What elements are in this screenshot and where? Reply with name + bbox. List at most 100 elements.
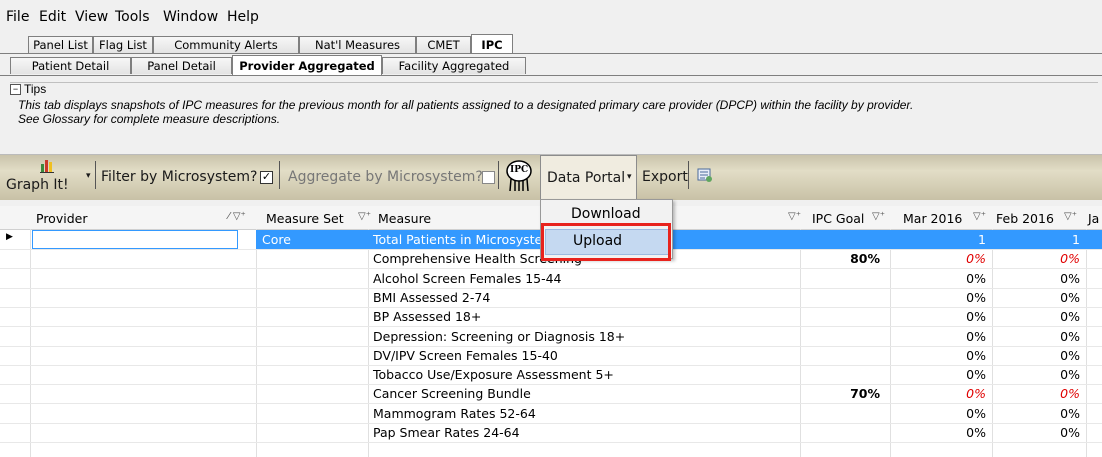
mar-2016-cell: 0% — [966, 347, 986, 363]
filter-icon[interactable]: ▽⁺ — [872, 211, 885, 222]
feb-2016-cell: 0% — [1060, 251, 1080, 267]
toolbar: Graph It! ▾ Filter by Microsystem? ✓ Agg… — [0, 154, 1102, 200]
feb-2016-cell: 1 — [1072, 232, 1080, 247]
tab-natl-measures[interactable]: Nat'l Measures — [299, 36, 416, 53]
column-header-feb-2016[interactable]: Feb 2016 — [996, 211, 1054, 226]
tab-patient-detail[interactable]: Patient Detail — [10, 57, 131, 74]
column-header-measure-set[interactable]: Measure Set — [266, 211, 344, 226]
measure-set-cell: Core — [262, 232, 291, 247]
tab-cmet[interactable]: CMET — [416, 36, 471, 53]
table-row[interactable]: Tobacco Use/Exposure Assessment 5+ 0% 0% — [0, 365, 1102, 386]
menu-view[interactable]: View — [75, 9, 108, 25]
ipc-logo-text: IPC — [510, 165, 529, 175]
ipc-goal-cell: 80% — [850, 251, 880, 267]
table-row[interactable]: Alcohol Screen Females 15-44 0% 0% — [0, 269, 1102, 289]
measure-cell: BP Assessed 18+ — [373, 309, 482, 325]
filter-icon[interactable]: ▽⁺ — [1064, 211, 1077, 222]
feb-2016-cell: 0% — [1060, 328, 1080, 344]
chevron-down-icon[interactable]: ▾ — [86, 171, 91, 181]
menu-file[interactable]: File — [6, 9, 29, 25]
tab-panel-detail[interactable]: Panel Detail — [131, 57, 232, 74]
feb-2016-cell: 0% — [1060, 347, 1080, 363]
measure-cell: Alcohol Screen Females 15-44 — [373, 270, 562, 286]
measure-cell: Tobacco Use/Exposure Assessment 5+ — [373, 367, 614, 383]
filter-icon[interactable]: ▽⁺ — [358, 211, 371, 222]
sub-tab-strip: Patient Detail Panel Detail Provider Agg… — [0, 55, 1102, 75]
table-row[interactable]: Pap Smear Rates 24-64 0% 0% — [0, 423, 1102, 443]
mar-2016-cell: 0% — [966, 367, 986, 383]
feb-2016-cell: 0% — [1060, 386, 1080, 402]
mar-2016-cell: 0% — [966, 328, 986, 344]
column-header-jan[interactable]: Ja — [1088, 211, 1099, 226]
sort-icon[interactable]: ⁄ ▽⁺ — [228, 211, 246, 222]
menu-window[interactable]: Window — [163, 9, 218, 25]
ipc-goal-cell: 70% — [850, 386, 880, 402]
tab-facility-aggregated[interactable]: Facility Aggregated — [382, 57, 526, 74]
feb-2016-cell: 0% — [1060, 425, 1080, 440]
menu-tools[interactable]: Tools — [115, 9, 150, 25]
tips-line-1: This tab displays snapshots of IPC measu… — [18, 98, 914, 112]
measure-cell: DV/IPV Screen Females 15-40 — [373, 347, 558, 363]
export-button[interactable]: Export — [642, 169, 688, 185]
feb-2016-cell: 0% — [1060, 309, 1080, 325]
mar-2016-cell: 0% — [966, 405, 986, 421]
tab-panel-list[interactable]: Panel List — [28, 36, 93, 53]
current-row-arrow-icon[interactable]: ▶ — [6, 232, 13, 242]
toolbar-separator — [95, 161, 96, 189]
toolbar-separator — [279, 161, 280, 189]
column-header-mar-2016[interactable]: Mar 2016 — [903, 211, 962, 226]
aggregate-microsystem-label: Aggregate by Microsystem? — [288, 169, 483, 185]
filter-icon[interactable]: ▽⁺ — [788, 211, 801, 222]
tips-label: Tips — [24, 82, 47, 96]
filter-microsystem-label: Filter by Microsystem? — [101, 169, 258, 185]
mar-2016-cell: 0% — [966, 251, 986, 267]
column-header-measure[interactable]: Measure — [378, 211, 431, 226]
toolbar-separator — [498, 161, 499, 189]
tab-community-alerts[interactable]: Community Alerts — [153, 36, 299, 53]
table-row[interactable]: Depression: Screening or Diagnosis 18+ 0%… — [0, 327, 1102, 347]
table-row[interactable]: BMI Assessed 2-74 0% 0% — [0, 288, 1102, 308]
table-row[interactable]: BP Assessed 18+ 0% 0% — [0, 307, 1102, 328]
chevron-down-icon: ▾ — [627, 172, 632, 182]
measure-cell: Depression: Screening or Diagnosis 18+ — [373, 328, 626, 344]
export-settings-icon[interactable] — [697, 167, 713, 183]
menu-edit[interactable]: Edit — [39, 9, 66, 25]
filter-microsystem-checkbox[interactable]: ✓ — [260, 171, 273, 184]
table-row[interactable]: Cancer Screening Bundle 70% 0% 0% — [0, 384, 1102, 405]
table-row[interactable]: DV/IPV Screen Females 15-40 0% 0% — [0, 346, 1102, 366]
column-header-ipc-goal[interactable]: IPC Goal — [812, 211, 864, 226]
mar-2016-cell: 0% — [966, 386, 986, 402]
provider-edit-field[interactable] — [32, 230, 238, 249]
mar-2016-cell: 0% — [966, 425, 986, 440]
measure-cell: Mammogram Rates 52-64 — [373, 405, 536, 421]
mar-2016-cell: 0% — [966, 270, 986, 286]
mar-2016-cell: 0% — [966, 309, 986, 325]
column-header-provider[interactable]: Provider — [36, 211, 87, 226]
top-tab-strip: Panel List Flag List Community Alerts Na… — [0, 34, 1102, 54]
tips-description: This tab displays snapshots of IPC measu… — [18, 98, 1098, 126]
mar-2016-cell: 0% — [966, 289, 986, 305]
measure-cell: Pap Smear Rates 24-64 — [373, 425, 520, 440]
toolbar-separator — [688, 161, 689, 189]
menu-bar: File Edit View Tools Window Help — [0, 0, 1102, 30]
feb-2016-cell: 0% — [1060, 289, 1080, 305]
aggregate-microsystem-checkbox[interactable] — [482, 171, 495, 184]
tips-panel: − Tips This tab displays snapshots of IP… — [10, 82, 1098, 145]
subtab-divider — [0, 75, 1102, 76]
collapse-icon[interactable]: − — [10, 84, 21, 95]
menu-help[interactable]: Help — [227, 9, 259, 25]
table-row[interactable]: Mammogram Rates 52-64 0% 0% — [0, 404, 1102, 424]
filter-icon[interactable]: ▽⁺ — [973, 211, 986, 222]
tips-line-2: See Glossary for complete measure descri… — [18, 112, 281, 126]
menu-item-download[interactable]: Download — [571, 206, 641, 222]
data-portal-button[interactable]: Data Portal ▾ — [540, 155, 637, 200]
graph-it-button[interactable]: Graph It! — [4, 157, 84, 197]
tab-provider-aggregated[interactable]: Provider Aggregated — [232, 55, 382, 75]
tab-divider — [0, 53, 1102, 54]
tab-flag-list[interactable]: Flag List — [93, 36, 153, 53]
tab-ipc[interactable]: IPC — [471, 34, 513, 54]
graph-it-label: Graph It! — [6, 177, 69, 193]
data-portal-label: Data Portal — [547, 170, 626, 186]
upload-callout-box — [541, 223, 671, 261]
ipc-logo: IPC — [505, 159, 533, 193]
